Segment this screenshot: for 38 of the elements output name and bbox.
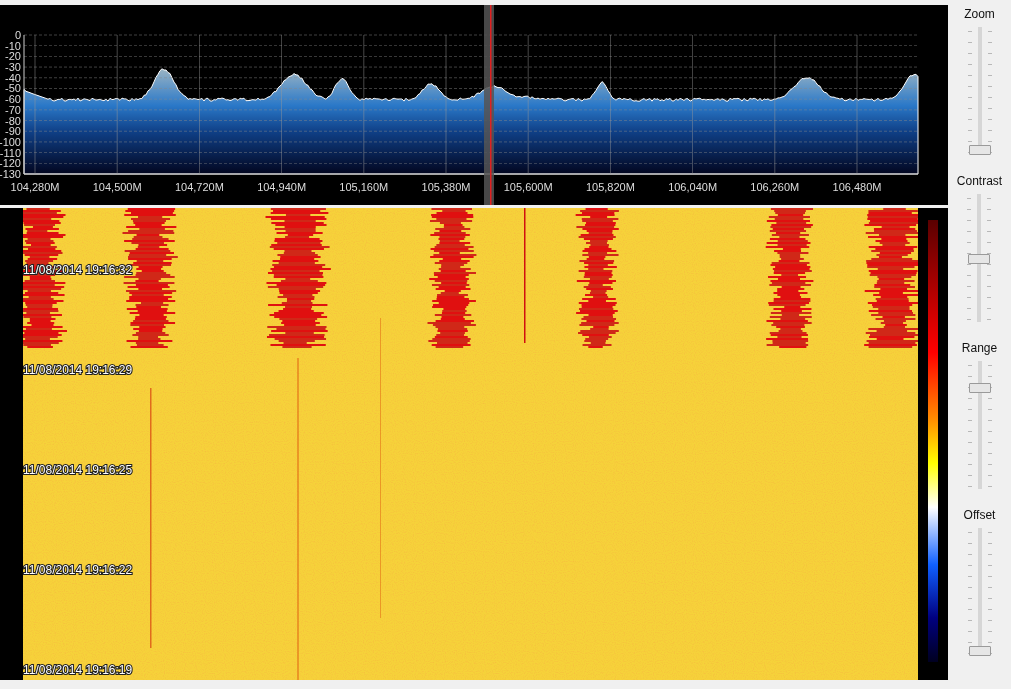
axis-label: -60 [5,93,21,106]
axis-label: 106,480M [832,181,882,193]
slider-thumb[interactable] [968,145,991,155]
axis-label: 0 [14,29,21,41]
axis-label: -70 [5,103,21,116]
axis-label: 105,600M [503,181,553,193]
timestamp-label: 11/08/2014 19:16:25 [23,463,133,477]
frequency-marker[interactable] [484,5,494,205]
axis-label: -30 [5,61,21,74]
axis-label: 106,260M [750,181,800,193]
slider-label: Offset [963,508,996,522]
axis-label: -20 [5,50,21,63]
slider-label: Zoom [964,7,995,21]
axis-label: -90 [5,125,21,138]
axis-label: 104,500M [92,181,142,193]
slider-label: Contrast [956,174,1003,188]
timestamp-label: 11/08/2014 19:16:19 [23,663,133,677]
axis-label: 105,160M [339,181,389,193]
axis-label: 104,280M [10,181,60,193]
slider-thumb[interactable] [968,382,991,393]
slider-thumb[interactable] [968,646,991,656]
axis-label: -40 [5,71,21,84]
slider-thumb[interactable] [968,254,991,264]
axis-label: 106,040M [668,181,718,193]
axis-label: -100 [0,135,21,148]
axis-label: -110 [0,146,21,159]
axis-label: -80 [5,114,21,127]
axis-label: 105,820M [585,181,635,193]
axis-label: 104,940M [257,181,307,193]
timestamp-label: 11/08/2014 19:16:29 [23,363,133,377]
axis-label: 104,720M [174,181,224,193]
slider-label: Range [961,341,998,355]
axis-label: -130 [0,168,21,180]
axis-label: -50 [5,82,21,95]
axis-label: 105,380M [421,181,471,193]
axis-label: -10 [5,39,21,52]
axis-label: -120 [0,157,21,170]
timestamp-label: 11/08/2014 19:16:22 [23,563,133,577]
